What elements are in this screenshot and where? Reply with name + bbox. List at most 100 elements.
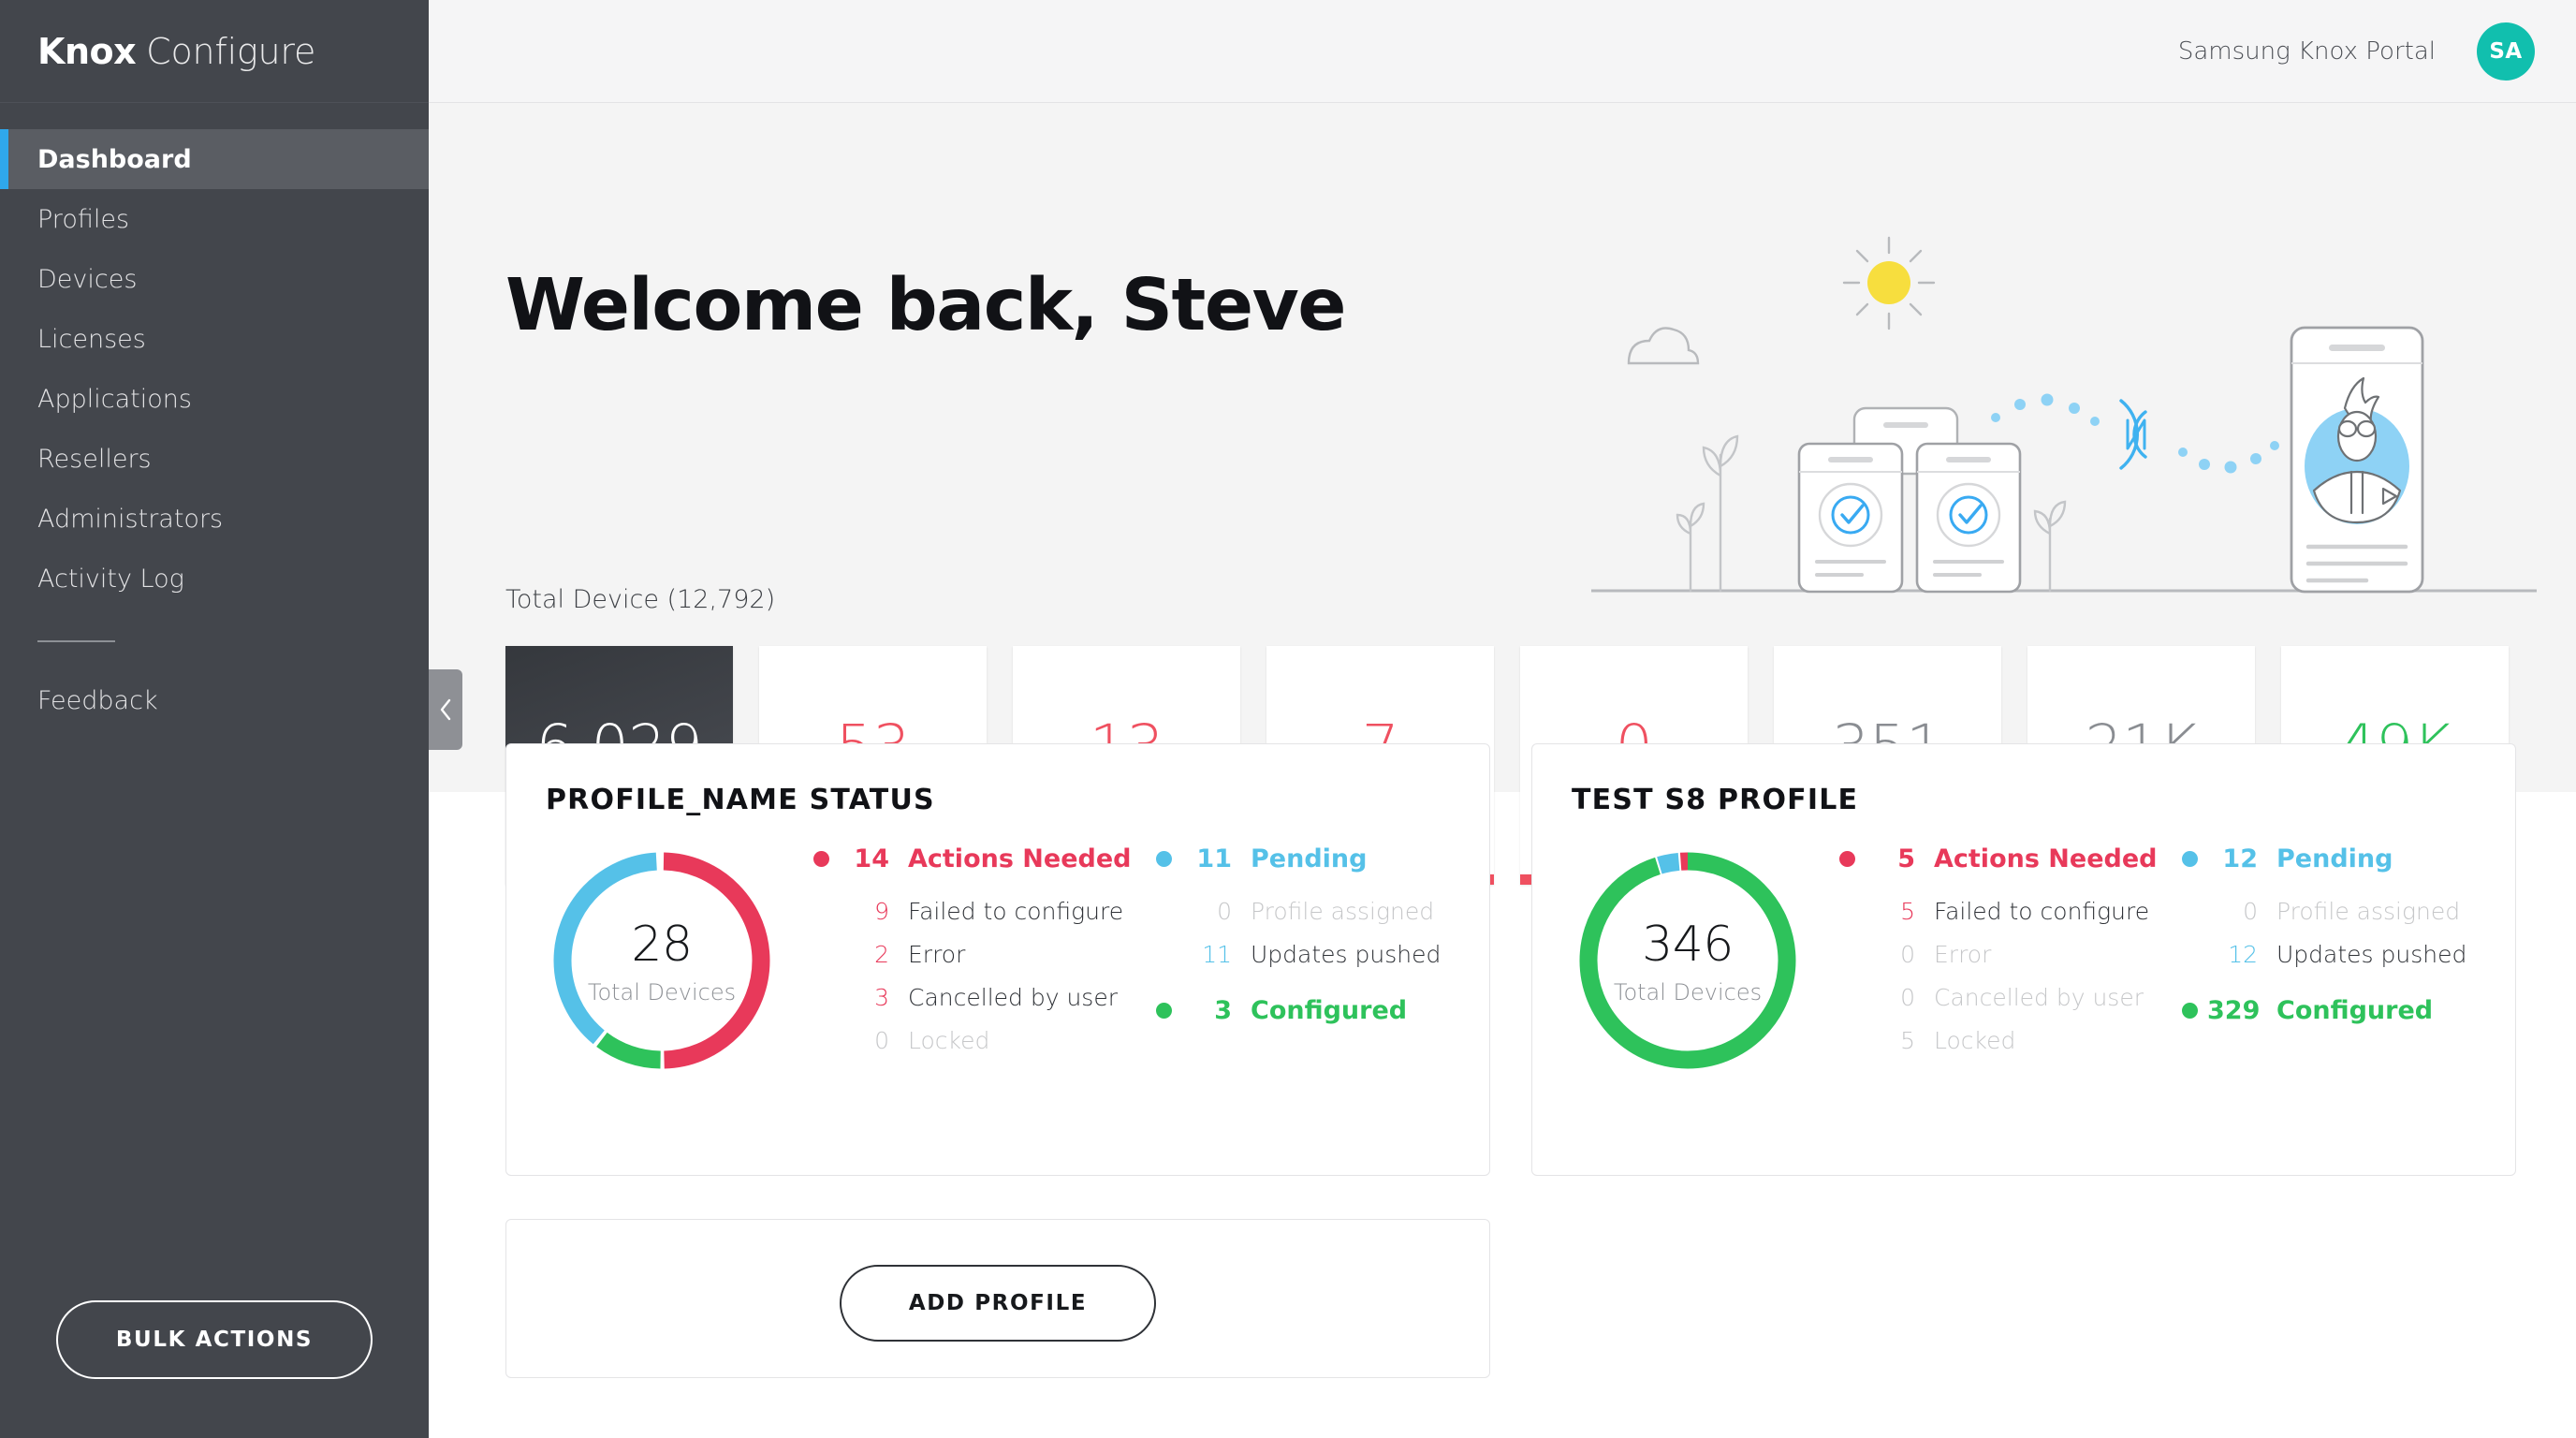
legend-label: Actions Needed (1934, 844, 2158, 873)
legend-count: 0 (1900, 941, 1915, 968)
legend-count: 11 (1196, 844, 1232, 873)
legend-count: 11 (1202, 941, 1232, 968)
legend-row[interactable]: 5 Failed to configure (1839, 898, 2182, 925)
legend-label: Pending (1251, 844, 1368, 873)
legend-dot-icon (2182, 1003, 2198, 1019)
legend-header-actions-needed[interactable]: 14 Actions Needed (813, 844, 1156, 873)
legend-label: Profile assigned (1251, 898, 1435, 925)
legend-count: 2 (874, 941, 889, 968)
sidebar-item-licenses[interactable]: Licenses (0, 309, 429, 369)
profile-card-title: TEST S8 PROFILE (1572, 784, 1859, 816)
legend-count: 12 (2228, 941, 2258, 968)
donut-center-text: 346 Total Devices (1572, 844, 1804, 1077)
sidebar-item-dashboard[interactable]: Dashboard (0, 129, 429, 189)
bulk-actions-button[interactable]: BULK ACTIONS (56, 1300, 373, 1379)
legend-row[interactable]: 3 Cancelled by user (813, 984, 1156, 1011)
legend-label: Failed to configure (908, 898, 1124, 925)
legend-dot-icon (1156, 1003, 1172, 1019)
legend-spacer (1156, 984, 1499, 996)
legend-label: Actions Needed (908, 844, 1132, 873)
sidebar-item-label: Applications (37, 384, 192, 414)
legend-column-actions-needed: 5 Actions Needed 5 Failed to configure 0… (1839, 844, 2182, 1077)
devices-nfc-illustration (1591, 225, 2537, 618)
legend-count: 3 (1214, 996, 1232, 1025)
legend-dot-icon (2182, 851, 2198, 867)
legend-header-configured[interactable]: 329 Configured (2182, 996, 2525, 1025)
legend-count: 329 (2207, 996, 2261, 1025)
sidebar-item-resellers[interactable]: Resellers (0, 429, 429, 489)
profile-status-cards: PROFILE_NAME STATUS 28 Total Devices 14 … (505, 743, 2516, 1176)
legend-label: Failed to configure (1934, 898, 2150, 925)
avatar[interactable]: SA (2477, 22, 2535, 81)
legend-label: Cancelled by user (1934, 984, 2144, 1011)
sidebar-divider (37, 640, 115, 642)
legend-dot-icon (1839, 851, 1855, 867)
brand-logo[interactable]: Knox Configure (0, 0, 429, 103)
legend-count: 0 (1217, 898, 1232, 925)
brand-knox-text: Knox (37, 30, 137, 72)
legend-columns: 5 Actions Needed 5 Failed to configure 0… (1804, 844, 2525, 1077)
legend-row[interactable]: 0 Error (1839, 941, 2182, 968)
legend-count: 5 (1900, 898, 1915, 925)
legend-header-configured[interactable]: 3 Configured (1156, 996, 1499, 1025)
donut-center-text: 28 Total Devices (546, 844, 778, 1077)
sidebar-item-devices[interactable]: Devices (0, 249, 429, 309)
legend-count: 0 (874, 1027, 889, 1054)
sidebar-item-administrators[interactable]: Administrators (0, 489, 429, 549)
bulk-actions-container: BULK ACTIONS (0, 1241, 429, 1438)
legend-header-pending[interactable]: 12 Pending (2182, 844, 2525, 873)
legend-row[interactable]: 0 Locked (813, 1027, 1156, 1054)
legend-dot-icon (813, 851, 829, 867)
sidebar-nav: Dashboard Profiles Devices Licenses Appl… (0, 129, 429, 730)
profile-card-profile-name-status: PROFILE_NAME STATUS 28 Total Devices 14 … (505, 743, 1490, 1176)
donut-chart-container: 346 Total Devices (1572, 844, 1804, 1077)
legend-header-pending[interactable]: 11 Pending (1156, 844, 1499, 873)
add-profile-button[interactable]: ADD PROFILE (840, 1265, 1156, 1342)
legend-row[interactable]: 9 Failed to configure (813, 898, 1156, 925)
sidebar-item-label: Dashboard (37, 144, 192, 174)
legend-label: Configured (2276, 996, 2434, 1025)
add-profile-card: ADD PROFILE (505, 1219, 1490, 1378)
brand-configure-text: Configure (146, 30, 316, 72)
legend-label: Error (908, 941, 966, 968)
legend-row[interactable]: 0 Profile assigned (2182, 898, 2525, 925)
sidebar-item-label: Activity Log (37, 564, 184, 594)
sidebar-item-feedback[interactable]: Feedback (0, 670, 429, 730)
donut-total-label: Total Devices (1613, 978, 1763, 1005)
topbar: Samsung Knox Portal SA (429, 0, 2576, 103)
legend-column-pending: 11 Pending 0 Profile assigned 11 Updates… (1156, 844, 1499, 1077)
sidebar-item-profiles[interactable]: Profiles (0, 189, 429, 249)
donut-total-label: Total Devices (587, 978, 737, 1005)
legend-label: Profile assigned (2276, 898, 2461, 925)
legend-label: Updates pushed (1251, 941, 1442, 968)
legend-row[interactable]: 0 Profile assigned (1156, 898, 1499, 925)
legend-count: 5 (1900, 1027, 1915, 1054)
sidebar-item-label: Feedback (37, 685, 158, 715)
hero-section: Welcome back, Steve Total Device (12,792… (429, 103, 2576, 885)
sidebar-item-applications[interactable]: Applications (0, 369, 429, 429)
total-device-label: Total Device (12,792) (505, 585, 776, 614)
legend-spacer (2182, 984, 2525, 996)
sidebar-collapse-toggle[interactable] (429, 669, 462, 750)
sidebar-item-label: Administrators (37, 504, 224, 534)
legend-count: 0 (1900, 984, 1915, 1011)
legend-count: 9 (874, 898, 889, 925)
profile-card-test-s8-profile: TEST S8 PROFILE 346 Total Devices 5 Acti… (1531, 743, 2516, 1176)
legend-row[interactable]: 2 Error (813, 941, 1156, 968)
legend-row[interactable]: 0 Cancelled by user (1839, 984, 2182, 1011)
legend-row[interactable]: 11 Updates pushed (1156, 941, 1499, 968)
legend-count: 5 (1897, 844, 1915, 873)
legend-label: Configured (1251, 996, 1408, 1025)
legend-label: Cancelled by user (908, 984, 1118, 1011)
legend-count: 14 (854, 844, 889, 873)
sidebar: Knox Configure Dashboard Profiles Device… (0, 0, 429, 1438)
legend-header-actions-needed[interactable]: 5 Actions Needed (1839, 844, 2182, 873)
legend-column-actions-needed: 14 Actions Needed 9 Failed to configure … (813, 844, 1156, 1077)
legend-row[interactable]: 12 Updates pushed (2182, 941, 2525, 968)
legend-label: Pending (2276, 844, 2393, 873)
sidebar-item-activity-log[interactable]: Activity Log (0, 549, 429, 609)
main-content: Samsung Knox Portal SA Welcome back, Ste… (429, 0, 2576, 1438)
legend-row[interactable]: 5 Locked (1839, 1027, 2182, 1054)
knox-configure-dashboard: Knox Configure Dashboard Profiles Device… (0, 0, 2576, 1438)
legend-count: 3 (874, 984, 889, 1011)
